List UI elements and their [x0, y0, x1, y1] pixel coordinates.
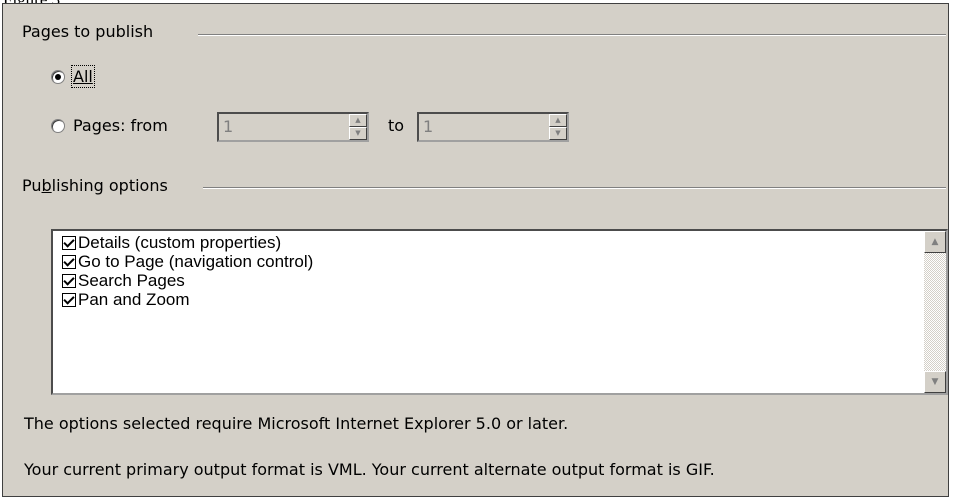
list-item[interactable]: Search Pages — [62, 271, 185, 291]
radio-pages-row[interactable]: Pages: from — [51, 116, 168, 135]
option-goto-page-label: Go to Page (navigation control) — [78, 252, 314, 271]
option-pan-zoom-label: Pan and Zoom — [78, 290, 190, 309]
spin-up-arrow-icon[interactable]: ▲ — [349, 114, 367, 127]
checkbox-pan-zoom[interactable] — [62, 293, 76, 307]
spin-down-arrow-icon[interactable]: ▼ — [349, 127, 367, 140]
list-item[interactable]: Pan and Zoom — [62, 290, 190, 310]
spin-up-arrow-icon[interactable]: ▲ — [549, 114, 567, 127]
pages-group-divider — [198, 34, 946, 36]
scroll-down-arrow-icon[interactable]: ▼ — [924, 371, 946, 393]
checkbox-goto-page[interactable] — [62, 255, 76, 269]
radio-pages-label: Pages: from — [73, 116, 168, 135]
option-search-pages-label: Search Pages — [78, 271, 185, 290]
format-note: Your current primary output format is VM… — [24, 460, 715, 479]
publish-options-panel: Pages to publish All Pages: from 1 ▲ ▼ t… — [2, 3, 949, 497]
scroll-up-arrow-icon[interactable]: ▲ — [924, 231, 946, 253]
list-item[interactable]: Details (custom properties) — [62, 233, 281, 253]
pages-from-spinner[interactable]: 1 ▲ ▼ — [217, 112, 369, 142]
checkbox-search-pages[interactable] — [62, 274, 76, 288]
pages-to-value: 1 — [423, 117, 434, 136]
radio-all-label: All — [71, 65, 95, 88]
list-scrollbar[interactable]: ▲ ▼ — [924, 231, 946, 393]
radio-all-row[interactable]: All — [51, 65, 95, 88]
options-group-title: Publishing options — [22, 176, 176, 195]
spin-down-arrow-icon[interactable]: ▼ — [549, 127, 567, 140]
pages-to-label: to — [388, 116, 405, 135]
pages-from-value: 1 — [223, 117, 234, 136]
list-item[interactable]: Go to Page (navigation control) — [62, 252, 313, 272]
requirement-note: The options selected require Microsoft I… — [24, 414, 569, 433]
pages-to-spinner[interactable]: 1 ▲ ▼ — [417, 112, 569, 142]
options-group-divider — [203, 187, 946, 189]
radio-all[interactable] — [51, 69, 65, 84]
pages-group-title: Pages to publish — [22, 22, 162, 41]
option-details-label: Details (custom properties) — [78, 233, 282, 252]
publishing-options-list[interactable]: Details (custom properties) Go to Page (… — [51, 229, 948, 395]
radio-pages[interactable] — [51, 118, 65, 133]
checkbox-details[interactable] — [62, 236, 76, 250]
